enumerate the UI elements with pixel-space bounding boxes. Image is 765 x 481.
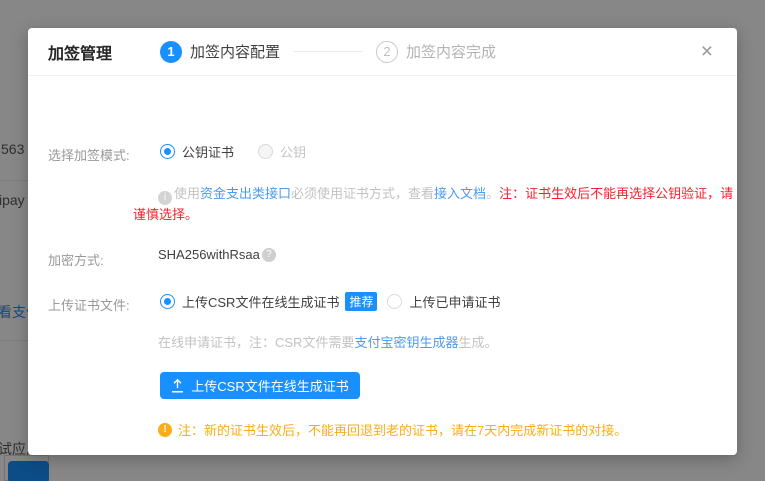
dialog-title: 加签管理 (48, 40, 112, 64)
encrypt-row-value: SHA256withRsaa ? (158, 247, 278, 262)
step-2-circle: 2 (376, 41, 398, 63)
signature-management-dialog: 加签管理 1 加签内容配置 2 加签内容完成 × 选择加签模式: 公钥证书 公钥… (28, 28, 737, 455)
radio-public-key-label[interactable]: 公钥 (280, 142, 306, 161)
encrypt-method-value: SHA256withRsaa (158, 247, 260, 262)
help-icon[interactable]: ? (262, 248, 276, 262)
note-text: 。 (486, 186, 499, 201)
upload-icon (171, 379, 184, 393)
note-warning-text: 注：证书生效后不能再选择公钥验证，请 (499, 186, 733, 201)
radio-public-key[interactable] (258, 144, 273, 159)
radio-upload-csr-label[interactable]: 上传CSR文件在线生成证书 (182, 292, 339, 311)
key-generator-link[interactable]: 支付宝密钥生成器 (354, 335, 458, 350)
mode-radio-group: 公钥证书 公钥 (160, 142, 306, 161)
mode-note-line-1: i使用资金支出类接口必须使用证书方式，查看接入文档。注：证书生效后不能再选择公钥… (158, 185, 733, 205)
step-connector-line (294, 51, 362, 52)
mode-row-label: 选择加签模式: (48, 145, 130, 164)
info-icon: i (158, 191, 172, 205)
upload-row-label: 上传证书文件: (48, 295, 130, 314)
encrypt-row-label: 加密方式: (48, 250, 104, 269)
radio-public-key-cert-label[interactable]: 公钥证书 (182, 142, 234, 161)
step-1-label: 加签内容配置 (190, 41, 280, 62)
close-icon[interactable]: × (697, 39, 717, 64)
radio-upload-existing-label[interactable]: 上传已申请证书 (409, 292, 500, 311)
upload-radio-group: 上传CSR文件在线生成证书 推荐 上传已申请证书 (160, 292, 500, 311)
hint-text: 在线申请证书，注：CSR文件需要 (158, 335, 354, 350)
recommended-badge: 推荐 (345, 292, 377, 311)
warning-text: 注：新的证书生效后，不能再回退到老的证书，请在7天内完成新证书的对接。 (178, 420, 627, 439)
certificate-warning: ! 注：新的证书生效后，不能再回退到老的证书，请在7天内完成新证书的对接。 (158, 420, 627, 439)
step-1-circle: 1 (160, 41, 182, 63)
funds-api-link[interactable]: 资金支出类接口 (200, 186, 291, 201)
warning-icon: ! (158, 423, 172, 437)
note-text: 使用 (174, 186, 200, 201)
radio-upload-csr[interactable] (160, 294, 175, 309)
step-2-label: 加签内容完成 (406, 41, 496, 62)
mode-note-line-2: 谨慎选择。 (133, 206, 198, 224)
radio-upload-existing[interactable] (387, 294, 402, 309)
note-text: 必须使用证书方式，查看 (291, 186, 434, 201)
dialog-header: 加签管理 1 加签内容配置 2 加签内容完成 × (28, 28, 737, 76)
note-warning-text: 谨慎选择。 (133, 207, 198, 222)
csr-hint: 在线申请证书，注：CSR文件需要支付宝密钥生成器生成。 (158, 334, 497, 352)
upload-csr-button-label: 上传CSR文件在线生成证书 (191, 376, 348, 395)
integration-doc-link[interactable]: 接入文档 (434, 186, 486, 201)
hint-text: 生成。 (458, 335, 497, 350)
steps-indicator: 1 加签内容配置 2 加签内容完成 (160, 41, 496, 63)
upload-csr-button[interactable]: 上传CSR文件在线生成证书 (160, 372, 360, 399)
radio-public-key-cert[interactable] (160, 144, 175, 159)
